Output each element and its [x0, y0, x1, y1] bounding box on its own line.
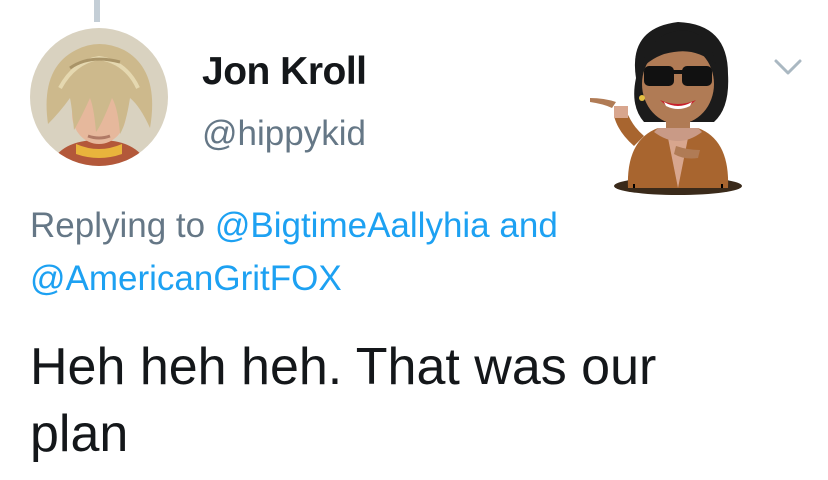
avatar[interactable] — [30, 28, 168, 166]
reply-conjunction[interactable]: and — [499, 206, 557, 245]
reply-context-line-2: @AmericanGritFOX — [30, 259, 342, 299]
author-handle[interactable]: @hippykid — [202, 114, 366, 154]
bitmoji-sticker — [578, 8, 778, 196]
tweet-text-line-2: plan — [30, 405, 129, 463]
bitmoji-sticker-icon — [590, 22, 742, 195]
avatar-photo — [30, 28, 168, 166]
tweet-card: Jon Kroll @hippykid Replying to @Bigtime… — [0, 0, 828, 480]
tweet-text-line-1: Heh heh heh. That was our — [30, 338, 657, 396]
mention-link-1[interactable]: @BigtimeAallyhia — [215, 206, 490, 245]
thread-connector-line — [94, 0, 100, 22]
tweet-menu-button[interactable] — [768, 52, 808, 82]
tweet-text: Heh heh heh. That was our plan — [30, 334, 790, 468]
mention-link-2[interactable]: @AmericanGritFOX — [30, 259, 342, 298]
reply-context: Replying to @BigtimeAallyhia and — [30, 206, 558, 246]
reply-prefix: Replying to — [30, 206, 206, 245]
author-display-name[interactable]: Jon Kroll — [202, 50, 367, 94]
chevron-down-icon — [774, 59, 802, 75]
